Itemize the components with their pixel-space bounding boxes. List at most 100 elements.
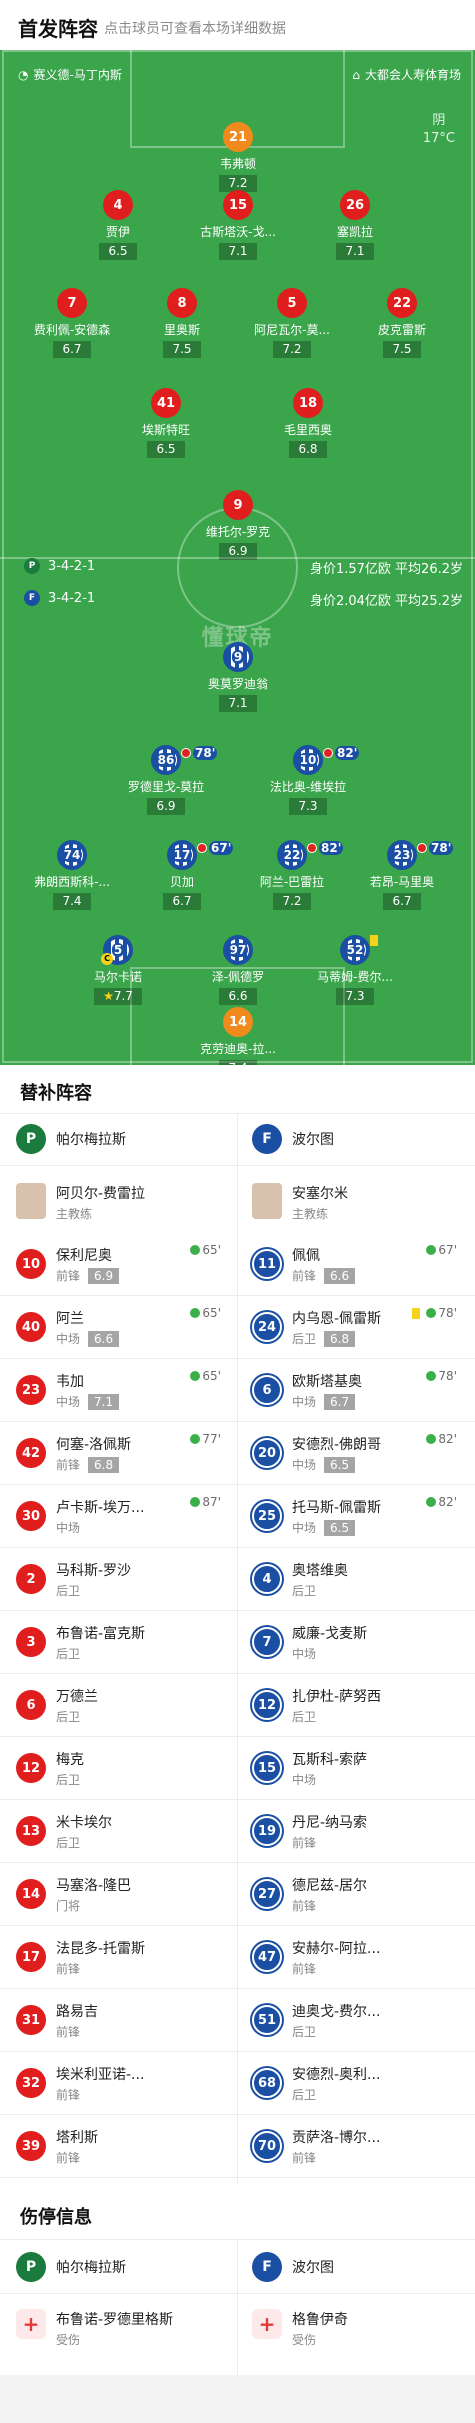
player[interactable]: 52 马蒂姆-费尔... 7.3 — [315, 935, 395, 1005]
injuries-home-team[interactable]: P 帕尔梅拉斯 — [16, 2245, 126, 2289]
substitute-row[interactable]: 25 托马斯-佩雷斯 中场 6.5 82' — [252, 1485, 457, 1547]
player-rating: ★7.7 — [94, 988, 142, 1005]
player[interactable]: 9 维托尔-罗克 6.9 — [198, 490, 278, 560]
substitute-row[interactable]: 31 路易吉 前锋 — [16, 1989, 221, 2051]
player[interactable]: 17 67' 贝加 6.7 — [142, 840, 234, 910]
substitute-row[interactable]: 42 何塞-洛佩斯 前锋 6.8 77' — [16, 1422, 221, 1484]
player[interactable]: 7 费利佩-安德森 6.7 — [32, 288, 112, 358]
player[interactable]: 18 毛里西奥 6.8 — [268, 388, 348, 458]
player-position: 中场 — [56, 1521, 81, 1535]
substitute-row[interactable]: 30 卢卡斯-埃万... 中场 87' — [16, 1485, 221, 1547]
player[interactable]: 8 里奥斯 7.5 — [142, 288, 222, 358]
substitute-row[interactable]: 70 贡萨洛-博尔... 前锋 — [252, 2115, 457, 2177]
player-number-badge: 97 — [223, 935, 253, 965]
substitute-row[interactable]: 6 欧斯塔基奥 中场 6.7 78' — [252, 1359, 457, 1421]
player[interactable]: 86 78' 罗德里戈-莫拉 6.9 — [126, 745, 218, 815]
home-coach[interactable]: 阿贝尔-费雷拉 主教练 — [16, 1171, 221, 1233]
palmeiras-crest-icon: P — [16, 2252, 46, 2282]
substitute-row[interactable]: 6 万德兰 后卫 — [16, 1674, 221, 1736]
substitute-row[interactable]: 15 瓦斯科-索萨 中场 — [252, 1737, 457, 1799]
away-team-value: 身价2.04亿欧 平均25.2岁 — [309, 594, 463, 609]
player[interactable]: 14克劳迪奥-拉...7.4 — [198, 1007, 278, 1065]
substitute-row[interactable]: 24 内乌恩-佩雷斯 后卫 6.8 78' — [252, 1296, 457, 1358]
player[interactable]: 5 阿尼瓦尔-莫... 7.2 — [252, 288, 332, 358]
injuries-away-team[interactable]: F 波尔图 — [252, 2245, 334, 2289]
sub-on-indicator: 82' — [426, 1432, 457, 1446]
substitution-indicator: 67' — [197, 841, 234, 855]
substitute-row[interactable]: 51 迪奥戈-费尔... 后卫 — [252, 1989, 457, 2051]
subs-away-team[interactable]: F 波尔图 — [252, 1117, 334, 1161]
injured-player[interactable]: + 格鲁伊奇 受伤 — [252, 2297, 457, 2359]
player[interactable]: 23 78' 若昂-马里奥 6.7 — [362, 840, 454, 910]
player-number-badge: 13 — [16, 1816, 46, 1846]
subs-home-team[interactable]: P 帕尔梅拉斯 — [16, 1117, 126, 1161]
player-name: 路易吉 — [56, 2004, 98, 2020]
substitute-row[interactable]: 14 马塞洛-隆巴 门将 — [16, 1863, 221, 1925]
substitute-row[interactable]: 20 安德烈-佛朗哥 中场 6.5 82' — [252, 1422, 457, 1484]
substitute-row[interactable]: 32 埃米利亚诺-... 前锋 — [16, 2052, 221, 2114]
substitute-row[interactable]: 17 法昆多-托雷斯 前锋 — [16, 1926, 221, 1988]
injury-icon: + — [16, 2309, 46, 2339]
substitute-row[interactable]: 11 佩佩 前锋 6.6 67' — [252, 1233, 457, 1295]
substitute-row[interactable]: 39 塔利斯 前锋 — [16, 2115, 221, 2177]
player-rating: 6.5 — [99, 243, 137, 260]
player-number-badge: 24 — [252, 1312, 282, 1342]
substitute-row[interactable]: 4 奥塔维奥 后卫 — [252, 1548, 457, 1610]
substitute-row[interactable]: 27 德尼兹-居尔 前锋 — [252, 1863, 457, 1925]
substitute-row[interactable]: 68 安德烈-奥利... 后卫 — [252, 2052, 457, 2114]
porto-crest-icon: F — [252, 1124, 282, 1154]
player[interactable]: 4 贾伊 6.5 — [78, 190, 158, 260]
player[interactable]: 5 C 马尔卡诺 ★7.7 — [78, 935, 158, 1005]
player-number-badge: 12 — [16, 1753, 46, 1783]
sub-on-icon — [190, 1371, 201, 1381]
player[interactable]: 15 古斯塔沃-戈... 7.1 — [198, 190, 278, 260]
injuries-title: 伤停信息 — [20, 2207, 92, 2228]
sub-off-icon — [417, 843, 427, 853]
substitute-row[interactable]: 13 米卡埃尔 后卫 — [16, 1800, 221, 1862]
player-rating: 6.7 — [324, 1393, 356, 1410]
sub-on-indicator: 65' — [190, 1369, 221, 1383]
substitute-row[interactable]: 10 保利尼奥 前锋 6.9 65' — [16, 1233, 221, 1295]
player-name: 奥塔维奥 — [292, 1563, 348, 1579]
player[interactable]: 74 弗朗西斯科-... 7.4 — [32, 840, 112, 910]
player-number-badge: 14 — [223, 1007, 253, 1037]
sub-off-icon — [197, 843, 207, 853]
substitute-row[interactable]: 23 韦加 中场 7.1 65' — [16, 1359, 221, 1421]
substitute-row[interactable]: 2 马科斯-罗沙 后卫 — [16, 1548, 221, 1610]
substitute-row[interactable]: 40 阿兰 中场 6.6 65' — [16, 1296, 221, 1358]
player-number-badge: 39 — [16, 2131, 46, 2161]
player-number-badge: 20 — [252, 1438, 282, 1468]
player-name: 费利佩-安德森 — [33, 323, 111, 337]
player[interactable]: 22 82' 阿兰-巴雷拉 7.2 — [252, 840, 344, 910]
substitution-indicator: 78' — [417, 841, 454, 855]
substitute-row[interactable]: 7 威廉-戈麦斯 中场 — [252, 1611, 457, 1673]
player-name: 丹尼-纳马索 — [292, 1815, 368, 1831]
substitute-row[interactable]: 12 梅克 后卫 — [16, 1737, 221, 1799]
substitute-row[interactable]: 3 布鲁诺-富克斯 后卫 — [16, 1611, 221, 1673]
player-number-badge: 68 — [252, 2068, 282, 2098]
substitute-row[interactable]: 47 安赫尔-阿拉... 前锋 — [252, 1926, 457, 1988]
player-rating: 6.7 — [383, 893, 421, 910]
substitute-row[interactable]: 19 丹尼-纳马索 前锋 — [252, 1800, 457, 1862]
sub-on-indicator: 67' — [426, 1243, 457, 1257]
player[interactable]: 22 皮克雷斯 7.5 — [362, 288, 442, 358]
player-number-badge: 17 67' — [167, 840, 234, 870]
injured-player[interactable]: + 布鲁诺-罗德里格斯 受伤 — [16, 2297, 221, 2359]
porto-crest-icon: F — [24, 590, 40, 606]
substitution-indicator: 82' — [323, 746, 360, 760]
player-name: 扎伊杜-萨努西 — [292, 1689, 382, 1705]
player-number-badge: 32 — [16, 2068, 46, 2098]
away-formation: F 3-4-2-1 — [24, 590, 95, 606]
substitute-row[interactable]: 12 扎伊杜-萨努西 后卫 — [252, 1674, 457, 1736]
player[interactable]: 21 韦弗顿 7.2 — [198, 122, 278, 192]
page-subtitle: 点击球员可查看本场详细数据 — [104, 21, 286, 37]
player[interactable]: 41 埃斯特旺 6.5 — [126, 388, 206, 458]
player[interactable]: 9 奥莫罗迪翁 7.1 — [198, 642, 278, 712]
player-name: 马塞洛-隆巴 — [56, 1878, 132, 1894]
player[interactable]: 97 泽-佩德罗 6.6 — [198, 935, 278, 1005]
away-coach[interactable]: 安塞尔米 主教练 — [252, 1171, 457, 1233]
player[interactable]: 26 塞凯拉 7.1 — [315, 190, 395, 260]
player-name: 塞凯拉 — [336, 225, 373, 239]
player-number-badge: 30 — [16, 1501, 46, 1531]
player[interactable]: 10 82' 法比奥-维埃拉 7.3 — [268, 745, 360, 815]
